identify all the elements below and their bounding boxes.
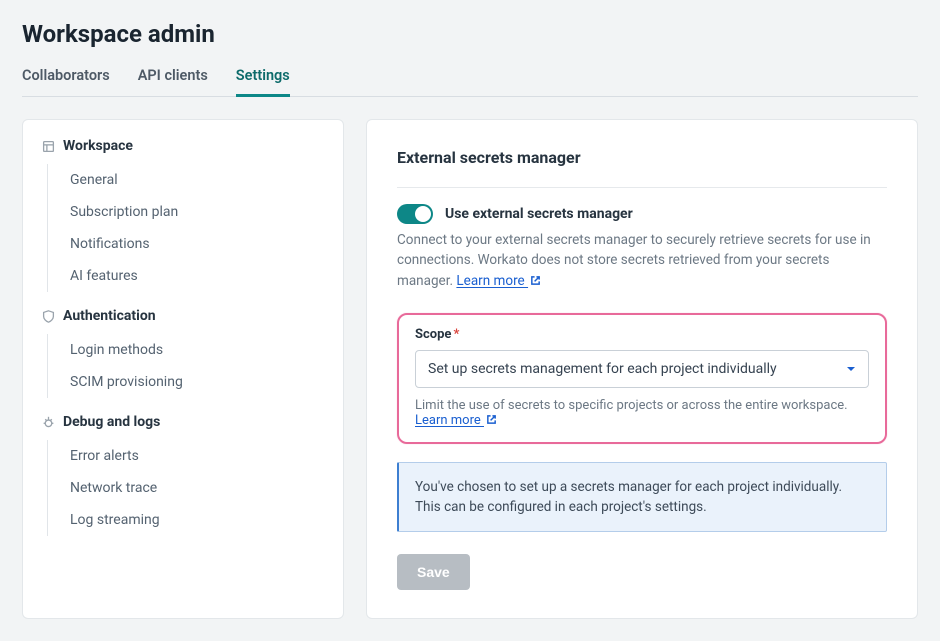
scope-help-text: Limit the use of secrets to specific pro… xyxy=(415,398,869,428)
sidebar-item-login-methods[interactable]: Login methods xyxy=(70,334,325,366)
tab-settings[interactable]: Settings xyxy=(236,67,290,97)
sidebar-section-title: Debug and logs xyxy=(63,414,160,430)
sidebar-item-log-streaming[interactable]: Log streaming xyxy=(70,504,325,536)
scope-select[interactable]: Set up secrets management for each proje… xyxy=(415,350,869,388)
sidebar-item-ai-features[interactable]: AI features xyxy=(70,260,325,292)
use-external-secrets-toggle[interactable] xyxy=(397,204,433,224)
scope-label-text: Scope xyxy=(415,327,451,342)
sidebar-items: General Subscription plan Notifications … xyxy=(47,164,325,292)
toggle-label: Use external secrets manager xyxy=(445,206,633,222)
sidebar-section-header: Debug and logs xyxy=(41,414,325,430)
sidebar-section-authentication: Authentication Login methods SCIM provis… xyxy=(41,308,325,398)
scope-help-text-inner: Limit the use of secrets to specific pro… xyxy=(415,398,848,413)
required-asterisk: * xyxy=(453,327,459,342)
sidebar-section-header: Authentication xyxy=(41,308,325,324)
sidebar-item-general[interactable]: General xyxy=(70,164,325,196)
sidebar-section-title: Workspace xyxy=(63,138,133,154)
toggle-knob xyxy=(415,206,431,222)
external-link-icon xyxy=(530,275,541,286)
external-link-icon xyxy=(486,414,497,425)
sidebar-item-scim-provisioning[interactable]: SCIM provisioning xyxy=(70,366,325,398)
sidebar-section-title: Authentication xyxy=(63,308,156,324)
save-button[interactable]: Save xyxy=(397,554,470,590)
toggle-row: Use external secrets manager xyxy=(397,204,887,224)
scope-card: Scope* Set up secrets management for eac… xyxy=(397,313,887,444)
scope-learn-more-link[interactable]: Learn more xyxy=(415,413,497,428)
scope-selected-value: Set up secrets management for each proje… xyxy=(428,361,777,377)
toggle-description: Connect to your external secrets manager… xyxy=(397,230,887,291)
settings-sidebar: Workspace General Subscription plan Noti… xyxy=(22,119,344,619)
section-heading: External secrets manager xyxy=(397,148,887,167)
sidebar-section-header: Workspace xyxy=(41,138,325,154)
tabs: Collaborators API clients Settings xyxy=(22,66,918,97)
sidebar-item-notifications[interactable]: Notifications xyxy=(70,228,325,260)
workspace-icon xyxy=(41,139,55,153)
scope-label: Scope* xyxy=(415,327,869,342)
sidebar-item-error-alerts[interactable]: Error alerts xyxy=(70,440,325,472)
sidebar-items: Login methods SCIM provisioning xyxy=(47,334,325,398)
sidebar-section-debug-logs: Debug and logs Error alerts Network trac… xyxy=(41,414,325,536)
tab-collaborators[interactable]: Collaborators xyxy=(22,67,110,97)
caret-down-icon xyxy=(846,364,856,374)
bug-icon xyxy=(41,415,55,429)
info-callout: You've chosen to set up a secrets manage… xyxy=(397,462,887,533)
page-title: Workspace admin xyxy=(22,20,918,48)
sidebar-item-subscription-plan[interactable]: Subscription plan xyxy=(70,196,325,228)
sidebar-section-workspace: Workspace General Subscription plan Noti… xyxy=(41,138,325,292)
sidebar-item-network-trace[interactable]: Network trace xyxy=(70,472,325,504)
tab-api-clients[interactable]: API clients xyxy=(138,67,208,97)
sidebar-items: Error alerts Network trace Log streaming xyxy=(47,440,325,536)
learn-more-link[interactable]: Learn more xyxy=(456,273,541,289)
divider xyxy=(397,187,887,188)
main-panel: External secrets manager Use external se… xyxy=(366,119,918,619)
shield-icon xyxy=(41,309,55,323)
